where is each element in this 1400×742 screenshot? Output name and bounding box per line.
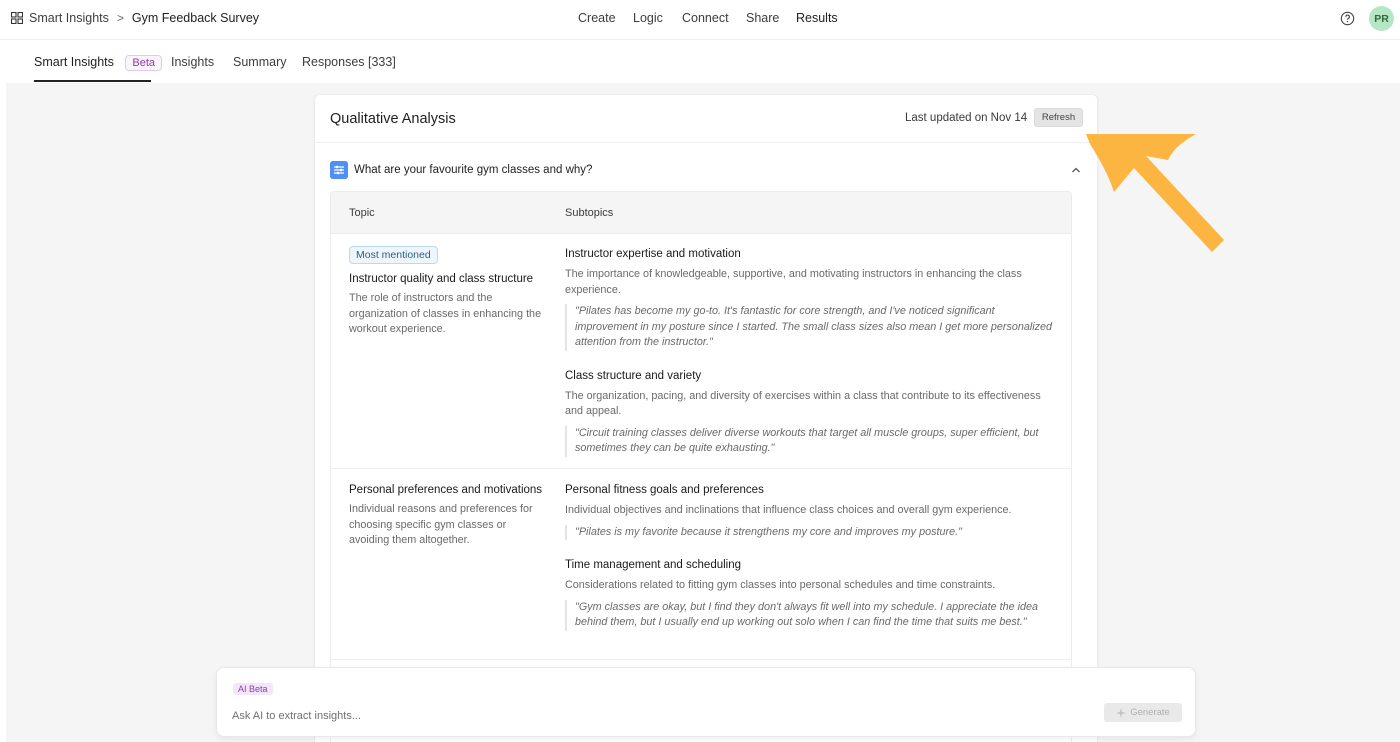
most-mentioned-badge: Most mentioned [349, 246, 438, 264]
subtopic-title: Class structure and variety [565, 369, 702, 382]
subtopic-title: Instructor expertise and motivation [565, 248, 741, 260]
top-bar: Smart Insights > Gym Feedback Survey Cre… [0, 0, 1400, 40]
subtopic-description: Considerations related to fitting gym cl… [565, 579, 996, 591]
nav-results[interactable]: Results [796, 11, 838, 25]
generate-button[interactable]: Generate [1104, 703, 1182, 722]
question-header[interactable]: What are your favourite gym classes and … [330, 161, 1082, 181]
ai-prompt-input[interactable] [232, 706, 1052, 726]
topic-cell: Most mentioned Instructor quality and cl… [349, 246, 549, 338]
subtopic-quote: "Gym classes are okay, but I find they d… [565, 599, 1055, 631]
topic-description: The role of instructors and the organiza… [349, 292, 542, 335]
topic-cell: Personal preferences and motivations Ind… [349, 483, 549, 549]
help-icon[interactable] [1340, 11, 1355, 26]
subtopic-description: The organization, pacing, and diversity … [565, 389, 1041, 418]
column-header-subtopics: Subtopics [565, 207, 614, 219]
nav-logic[interactable]: Logic [633, 11, 682, 25]
nav-create[interactable]: Create [578, 11, 633, 25]
subtopic-quote: "Pilates has become my go-to. It's fanta… [565, 304, 1055, 351]
subtopic: Class structure and variety The organiza… [565, 369, 1055, 457]
apps-grid-icon[interactable] [11, 12, 23, 24]
topic-description: Individual reasons and preferences for c… [349, 503, 533, 546]
table-header: Topic Subtopics [331, 192, 1071, 234]
topic-title: Personal preferences and motivations [349, 484, 543, 496]
last-updated-text: Last updated on Nov 14 [905, 112, 1028, 124]
nav-share[interactable]: Share [746, 11, 796, 25]
ai-prompt-panel: AI Beta Generate [216, 667, 1196, 737]
card-title: Qualitative Analysis [330, 111, 456, 127]
breadcrumb-survey[interactable]: Gym Feedback Survey [132, 11, 259, 25]
table-row: Most mentioned Instructor quality and cl… [331, 234, 1071, 469]
beta-badge: Beta [125, 55, 163, 71]
column-header-topic: Topic [349, 207, 375, 219]
subtopic-quote: "Pilates is my favorite because it stren… [565, 524, 1055, 540]
tab-insights[interactable]: Insights [171, 55, 214, 69]
question-type-icon [330, 161, 348, 179]
top-nav: Create Logic Connect Share Results [578, 11, 838, 25]
topics-table: Topic Subtopics Most mentioned Instructo… [330, 191, 1072, 742]
user-avatar[interactable]: PR [1369, 6, 1394, 31]
subtopic: Personal fitness goals and preferences I… [565, 483, 1055, 540]
breadcrumb-app[interactable]: Smart Insights [29, 11, 109, 25]
subtopics-cell: Instructor expertise and motivation The … [565, 247, 1055, 475]
active-tab-indicator [34, 80, 151, 82]
topic-title: Instructor quality and class structure [349, 273, 534, 285]
table-row: Personal preferences and motivations Ind… [331, 469, 1071, 660]
highlight-arrow-icon [1086, 134, 1224, 252]
tab-responses[interactable]: Responses [333] [302, 55, 396, 69]
sparkle-icon [1116, 707, 1127, 718]
nav-connect[interactable]: Connect [682, 11, 746, 25]
tab-smart-insights[interactable]: Smart Insights Beta [34, 55, 163, 71]
subtopic-description: The importance of knowledgeable, support… [565, 268, 1022, 296]
ai-beta-badge: AI Beta [233, 683, 273, 695]
qualitative-analysis-card: Qualitative Analysis Last updated on Nov… [314, 94, 1098, 742]
generate-label: Generate [1130, 707, 1170, 718]
breadcrumb: Smart Insights > Gym Feedback Survey [11, 11, 259, 25]
card-divider [315, 142, 1097, 143]
subtopic-title: Time management and scheduling [565, 559, 742, 571]
tabs-bar: Smart Insights Beta Insights Summary Res… [0, 41, 1400, 83]
chevron-up-icon[interactable] [1070, 164, 1082, 176]
subtopic: Time management and scheduling Considera… [565, 558, 1055, 631]
breadcrumb-separator-icon: > [116, 11, 124, 25]
subtopics-cell: Personal fitness goals and preferences I… [565, 483, 1055, 649]
question-text: What are your favourite gym classes and … [354, 164, 593, 176]
subtopic-title: Personal fitness goals and preferences [565, 484, 764, 496]
tab-smart-insights-label: Smart Insights [34, 55, 114, 69]
subtopic-description: Individual objectives and inclinations t… [565, 504, 1012, 516]
subtopic: Instructor expertise and motivation The … [565, 247, 1055, 351]
refresh-button[interactable]: Refresh [1034, 108, 1083, 127]
subtopic-quote: "Circuit training classes deliver divers… [565, 425, 1055, 457]
tab-summary[interactable]: Summary [233, 55, 286, 69]
